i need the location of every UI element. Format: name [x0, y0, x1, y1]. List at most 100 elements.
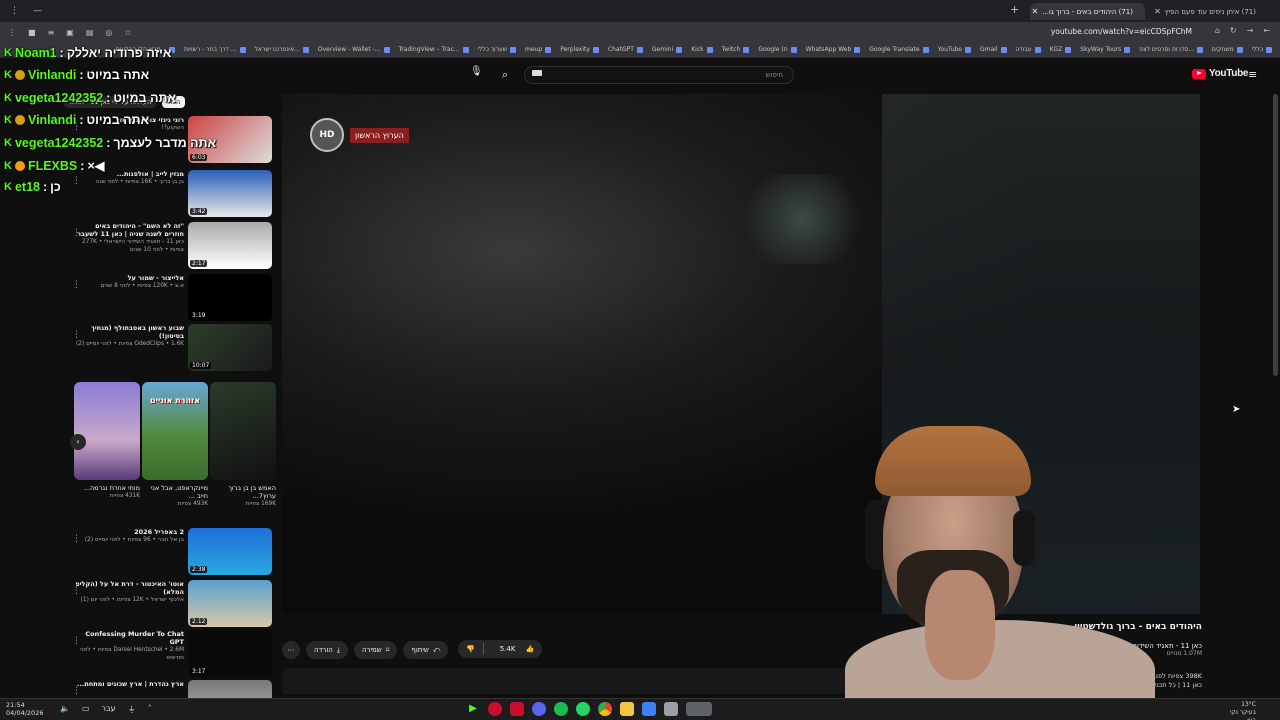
chevron-left-icon[interactable]: ‹	[70, 434, 86, 450]
more-options-icon[interactable]: ⋮	[72, 636, 81, 646]
dislike-button[interactable]: 👎	[458, 645, 483, 653]
new-tab-button[interactable]: +	[1010, 3, 1019, 16]
more-options-icon[interactable]: ⋮	[72, 686, 81, 696]
bookmark-item[interactable]: meup	[525, 46, 552, 53]
bookmark-item[interactable]: KGZ	[1050, 46, 1072, 53]
chat-username[interactable]: Noam1	[15, 46, 57, 60]
bookmark-item[interactable]: Kick	[691, 46, 713, 53]
more-options-icon[interactable]: ⋮	[72, 228, 81, 238]
bookmark-item[interactable]: משחקים	[1212, 46, 1243, 53]
extension-icon[interactable]: ▤	[86, 28, 94, 37]
bookmark-item[interactable]: עבודה	[1016, 46, 1041, 53]
recommendation-title[interactable]: 2 באפריל 2026	[74, 528, 184, 536]
url-field[interactable]: youtube.com/watch?v=eicCDSpFChM	[1051, 27, 1192, 36]
menu-icon[interactable]: ⋮	[10, 6, 19, 16]
recommendation-title[interactable]: אלייצור - שמור על	[74, 274, 184, 282]
recommendation-title[interactable]: שבוע ראשון באסבתולף (מגחיך בסיטון!)	[74, 324, 184, 340]
video-thumbnail[interactable]: 2:17	[188, 222, 272, 269]
video-thumbnail[interactable]: 3:19	[188, 274, 272, 321]
app-icon[interactable]	[510, 702, 524, 716]
back-icon[interactable]: ←	[1263, 26, 1270, 35]
more-actions-button[interactable]: ⋯	[282, 641, 300, 659]
chat-username[interactable]: vegeta1242352	[15, 91, 103, 105]
video-thumbnail[interactable]: 2:12	[188, 580, 272, 627]
youtube-logo[interactable]: YouTube	[1192, 68, 1249, 79]
recommendation-title[interactable]: אוטו' האיכטור - דרת אל על (הקליפ המלא)	[74, 580, 184, 596]
chat-username[interactable]: vegeta1242352	[15, 136, 103, 150]
recommendation-title[interactable]: ארץ נהדרת | ארץ שכונים ומתחת...	[74, 680, 184, 688]
more-options-icon[interactable]: ⋮	[72, 534, 81, 544]
like-button[interactable]: 5.4K 👍	[484, 645, 543, 653]
bookmark-item[interactable]: ChatGPT	[608, 46, 643, 53]
clock[interactable]: 21:54 04/04/2026	[6, 701, 43, 717]
chat-username[interactable]: Vinlandi	[28, 113, 76, 127]
short-title[interactable]: מיינקראפט, אבל אני חייב ...	[142, 484, 208, 500]
weather-widget[interactable]: 13°C בעיקר נקי בעי...	[1216, 701, 1256, 720]
bookmark-item[interactable]: Twitch	[722, 46, 750, 53]
recommendation-title[interactable]: Confessing Murder To Chat GPT	[74, 630, 184, 646]
close-tab-icon[interactable]: ✕	[1154, 7, 1161, 16]
more-icon[interactable]: ⋮	[8, 28, 16, 37]
language-indicator[interactable]: עבר	[102, 704, 116, 715]
share-button[interactable]: שיתוף ⤺	[403, 641, 449, 659]
tab-active[interactable]: (71) היהודים באים - ברוך גו... ✕	[1030, 3, 1145, 20]
more-options-icon[interactable]: ⋮	[72, 280, 81, 290]
more-options-icon[interactable]: ⋮	[72, 330, 81, 340]
recommendation-item[interactable]: 10:07 שבוע ראשון באסבתולף (מגחיך בסיטון!)…	[64, 324, 276, 372]
chat-username[interactable]: FLEXBS	[28, 159, 77, 173]
tray-arrow-icon[interactable]: ˄	[148, 704, 152, 715]
volume-icon[interactable]: 🔈	[60, 704, 70, 715]
bookmark-item[interactable]: כללי	[1252, 46, 1272, 53]
short-title[interactable]: האמש בן בן ברוך ערוץ7...	[210, 484, 276, 500]
extension-icon[interactable]: ■	[28, 28, 36, 37]
more-options-icon[interactable]: ⋮	[72, 586, 81, 596]
bookmark-item[interactable]: Perplexity	[560, 46, 599, 53]
bookmark-item[interactable]: Google Translate	[869, 46, 929, 53]
forward-icon[interactable]: →	[1247, 26, 1254, 35]
close-tab-icon[interactable]: ✕	[1032, 7, 1039, 16]
search-icon[interactable]: ⌕	[502, 68, 508, 82]
video-thumbnail[interactable]: 10:07	[188, 324, 272, 371]
mic-icon[interactable]: 🎙	[470, 66, 483, 77]
file-explorer-icon[interactable]	[620, 702, 634, 716]
scrollbar[interactable]	[1273, 94, 1278, 376]
recommendation-item[interactable]: 2:17 "זה לא השם" - היהודים באים חוזרים לש…	[64, 222, 276, 270]
recommendation-title[interactable]: "זה לא השם" - היהודים באים חוזרים לשנה ש…	[74, 222, 184, 238]
bookmark-item[interactable]: WhatsApp Web	[806, 46, 861, 53]
tab-other[interactable]: (71) איתן ניסים עוד פעם הפיץ ✕	[1148, 3, 1268, 20]
mic-icon[interactable]: ⏚	[128, 704, 136, 715]
bookmark-item[interactable]: TradingView – Trac...	[399, 46, 469, 53]
extension-icon[interactable]: ◎	[105, 28, 112, 37]
spotify-icon[interactable]	[554, 702, 568, 716]
bookmark-item[interactable]: Google (ת	[758, 46, 797, 53]
app-icon[interactable]	[664, 702, 678, 716]
video-thumbnail[interactable]: 2:38	[188, 528, 272, 575]
chat-username[interactable]: et18	[15, 180, 40, 194]
whatsapp-icon[interactable]	[576, 702, 590, 716]
minimize-icon[interactable]: —	[33, 6, 42, 16]
bookmark-item[interactable]: SkyWay Tours	[1080, 46, 1131, 53]
short-thumbnail[interactable]: אזהרת אוניים	[142, 382, 208, 480]
bookmark-item[interactable]: YouTube	[938, 46, 971, 53]
download-button[interactable]: הורדה ⤓	[306, 641, 348, 659]
app-icon[interactable]	[488, 702, 502, 716]
reload-icon[interactable]: ↻	[1230, 26, 1237, 35]
recommendation-item[interactable]: 2:38 2 באפריל 2026 בן אל חבר • 96 צפיות • …	[64, 528, 276, 576]
recommendation-item[interactable]: 3:17 Confessing Murder To Chat GPT Daniel …	[64, 630, 276, 678]
short-thumbnail[interactable]	[210, 382, 276, 480]
bookmark-item[interactable]: Overview - Wallet -...	[318, 46, 390, 53]
bookmark-item[interactable]: Gmail	[980, 46, 1007, 53]
app-icon[interactable]	[686, 702, 712, 716]
discord-icon[interactable]	[532, 702, 546, 716]
save-button[interactable]: שמירה ⌑	[353, 641, 398, 659]
extension-icon[interactable]: ≡	[48, 28, 55, 37]
bookmark-item[interactable]: סדרות וסרטים לצפ...	[1139, 46, 1203, 53]
extension-icon[interactable]: ▣	[66, 28, 74, 37]
hamburger-menu-icon[interactable]: ≡	[1248, 68, 1257, 81]
video-thumbnail[interactable]: 3:17	[188, 630, 272, 677]
recommendation-item[interactable]: 3:19 אלייצור - שמור על א.צ • 120K צפיות • …	[64, 274, 276, 322]
kick-icon[interactable]: ▶	[466, 702, 480, 716]
bookmark-item[interactable]: שערוך כללי	[478, 46, 517, 53]
app-icon[interactable]	[642, 702, 656, 716]
chrome-icon[interactable]	[598, 702, 612, 716]
